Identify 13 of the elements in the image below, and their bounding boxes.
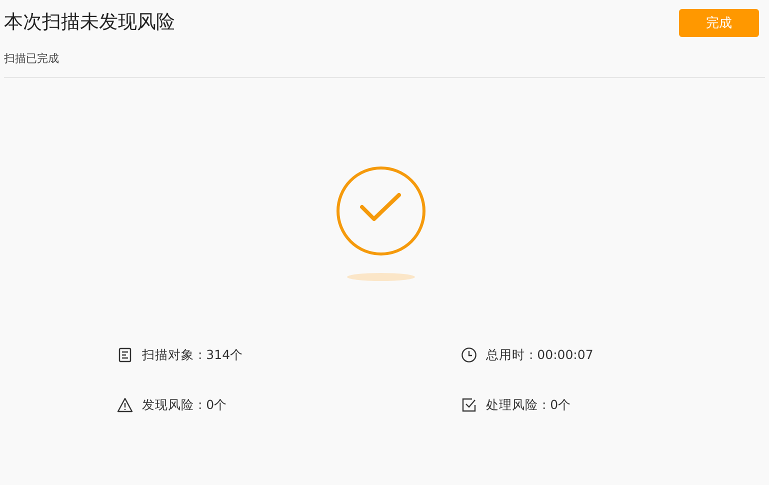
stat-text: 扫描对象 : 314个: [142, 346, 244, 364]
stat-text: 处理风险 : 0个: [486, 396, 572, 414]
page-title: 本次扫描未发现风险: [4, 10, 175, 35]
stat-text: 发现风险 : 0个: [142, 396, 228, 414]
check-circle-icon: [335, 165, 427, 257]
stat-text: 总用时 : 00:00:07: [486, 346, 594, 364]
clock-icon: [461, 347, 477, 363]
icon-shadow: [347, 273, 415, 281]
warning-icon: [117, 397, 133, 413]
status-text: 扫描已完成: [4, 51, 60, 66]
document-icon: [117, 347, 133, 363]
done-button[interactable]: 完成: [679, 9, 759, 37]
checkbox-icon: [461, 397, 477, 413]
